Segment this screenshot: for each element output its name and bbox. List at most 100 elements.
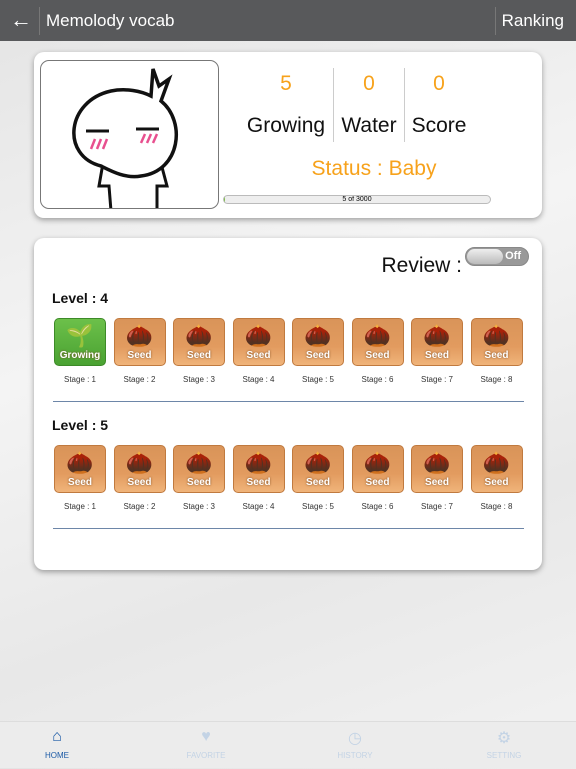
seed-tile[interactable]: 🌰 Seed [292,445,344,493]
seed-icon: 🌰 [482,323,511,348]
stage-label: Stage : 7 [420,502,454,511]
profile-card: 5 Growing 0 Water 0 Score Status : Baby 5 o… [34,52,542,218]
review-label: Review : [381,254,462,277]
status-text: Status : Baby [311,157,437,180]
stage-label: Stage : 4 [242,502,275,511]
seed-tile[interactable]: 🌰 Seed [351,318,404,366]
review-toggle[interactable]: Off [465,247,529,266]
back-arrow-icon[interactable]: ← [10,8,32,32]
stage-label: Stage : 5 [301,375,335,384]
stage-label: Stage : 2 [123,502,156,511]
seed-tile[interactable]: 🌰 Seed [411,318,463,366]
tile-label: Seed [425,477,449,488]
tile-label: Seed [306,350,330,361]
levels-card: Review : Off Level : 4 🌱 Growing Stage : 1 🌰… [34,238,542,570]
stat-label: Water [341,114,397,137]
tile-label: Seed [246,477,271,488]
stat-value: 0 [363,72,375,95]
seed-icon: 🌰 [125,450,154,475]
heart-icon: ♥ [201,728,211,745]
seed-tile[interactable]: 🌰 Seed [292,318,344,366]
seed-icon: 🌰 [125,323,154,348]
tile-label: Seed [127,350,152,361]
seed-tile[interactable]: 🌰 Seed [470,318,523,366]
seed-icon: 🌰 [482,450,511,475]
clock-icon: ◷ [348,730,362,747]
stat-label: Score [411,114,467,137]
stage-label: Stage : 3 [182,502,216,511]
level-label: Level : 5 [52,417,109,433]
tile-label: Seed [187,350,211,361]
seed-tile[interactable]: 🌰 Seed [113,318,166,366]
seed-tile[interactable]: 🌰 Seed [173,445,225,493]
home-icon: ⌂ [52,728,62,745]
tab-label: SETTING [486,751,522,760]
stage-label: Stage : 7 [420,375,454,384]
tile-label: Seed [68,477,92,488]
tile-label: Seed [425,350,449,361]
stage-label: Stage : 1 [63,375,97,384]
stage-label: Stage : 8 [480,375,513,384]
stage-label: Stage : 5 [301,502,335,511]
tab-bar: ⌂ HOME ♥ FAVORITE ◷ HISTORY ⚙ SETTING [0,721,576,768]
top-bar: ← Memolody vocab Ranking [0,0,576,41]
tile-label: Seed [306,477,330,488]
page-title: Memolody vocab [46,11,175,30]
seed-tile[interactable]: 🌰 Seed [173,318,225,366]
tab-setting[interactable]: ⚙ SETTING [454,722,554,769]
ranking-button[interactable]: Ranking [502,11,564,31]
seed-tile[interactable]: 🌰 Seed [54,445,106,493]
stage-label: Stage : 1 [63,502,97,511]
seed-tile[interactable]: 🌰 Seed [232,318,285,366]
tab-label: HOME [45,751,69,760]
seed-icon: 🌰 [304,450,332,475]
stage-label: Stage : 2 [123,375,156,384]
tab-label: FAVORITE [186,751,226,760]
sprout-icon: 🌱 [66,323,94,348]
divider [39,7,40,35]
stat-value: 0 [433,72,445,95]
gear-icon: ⚙ [496,730,512,747]
seed-tile[interactable]: 🌰 Seed [113,445,166,493]
stat-value: 5 [280,72,292,95]
tab-history[interactable]: ◷ HISTORY [305,722,405,769]
tile-label: Seed [365,477,390,488]
seed-icon: 🌰 [363,323,392,348]
tile-label: Seed [246,350,271,361]
seed-tile[interactable]: 🌰 Seed [232,445,285,493]
tile-label: Seed [484,350,509,361]
tile-label: Growing [59,350,101,361]
stage-label: Stage : 6 [361,375,394,384]
divider [53,528,524,529]
tab-home[interactable]: ⌂ HOME [7,722,107,769]
stage-label: Stage : 3 [182,375,216,384]
stat-growing: 5 Growing [246,72,326,138]
seed-icon: 🌰 [244,450,273,475]
stage-label: Stage : 6 [361,502,394,511]
stat-water: 0 Water [329,72,409,138]
seed-icon: 🌰 [66,450,94,475]
tab-favorite[interactable]: ♥ FAVORITE [156,722,256,769]
seed-icon: 🌰 [423,323,451,348]
seed-icon: 🌰 [363,450,392,475]
tile-label: Seed [365,350,390,361]
seed-tile[interactable]: 🌰 Seed [470,445,523,493]
seed-tile[interactable]: 🌰 Seed [411,445,463,493]
progress-text: 5 of 3000 [342,196,372,203]
stage-label: Stage : 8 [480,502,513,511]
growing-tile[interactable]: 🌱 Growing [54,318,106,366]
seed-icon: 🌰 [185,450,213,475]
level-label: Level : 4 [52,290,109,306]
tab-label: HISTORY [337,751,373,760]
seed-tile[interactable]: 🌰 Seed [351,445,404,493]
seed-icon: 🌰 [244,323,273,348]
seed-icon: 🌰 [304,323,332,348]
divider [53,401,524,402]
tile-label: Seed [187,477,211,488]
stage-label: Stage : 4 [242,375,275,384]
tile-label: Seed [484,477,509,488]
tile-label: Seed [127,477,152,488]
seed-icon: 🌰 [423,450,451,475]
divider [495,7,496,35]
stat-score: 0 Score [399,72,479,138]
